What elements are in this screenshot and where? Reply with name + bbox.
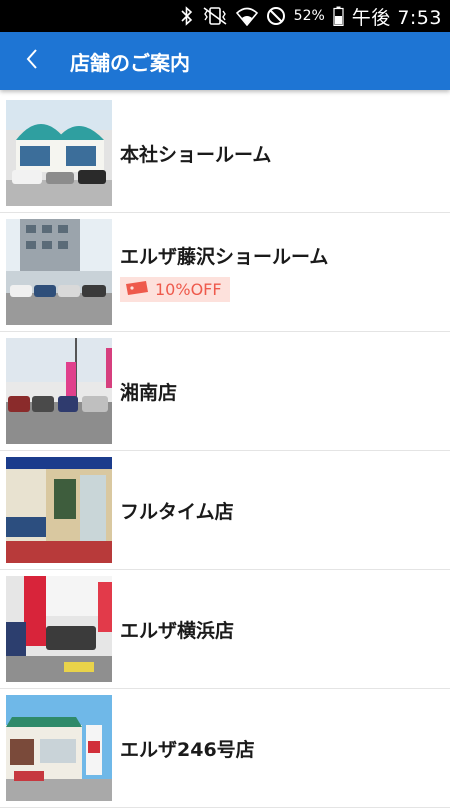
coupon-label: 10%OFF: [155, 280, 222, 299]
store-list: 本社ショールーム エルザ藤沢ショールーム 10%OFF 湘南店 フルタイム店 エ…: [0, 94, 450, 808]
back-arrow-icon: [25, 48, 39, 74]
battery-percent: 52%: [293, 8, 325, 24]
do-not-disturb-icon: [266, 6, 286, 26]
vibrate-icon: [202, 6, 228, 26]
store-photo: [6, 100, 112, 206]
store-list-item[interactable]: フルタイム店: [0, 451, 450, 570]
store-photo: [6, 576, 112, 682]
store-photo: [6, 695, 112, 801]
store-list-item[interactable]: 本社ショールーム: [0, 94, 450, 213]
app-bar: 店舗のご案内: [0, 32, 450, 90]
store-name: エルザ246号店: [120, 738, 255, 761]
store-name: 湘南店: [120, 381, 178, 404]
back-button[interactable]: [0, 32, 64, 90]
store-name: フルタイム店: [120, 500, 234, 523]
store-photo: [6, 457, 112, 563]
store-name: エルザ横浜店: [120, 619, 235, 642]
store-name: 本社ショールーム: [120, 143, 272, 166]
coupon-badge: 10%OFF: [120, 277, 230, 302]
store-photo: [6, 219, 112, 325]
bluetooth-icon: [180, 6, 194, 26]
page-title: 店舗のご案内: [70, 50, 190, 75]
status-bar: 52% 午後 7:53: [0, 0, 450, 32]
store-list-item[interactable]: エルザ横浜店: [0, 570, 450, 689]
store-name: エルザ藤沢ショールーム: [120, 246, 329, 268]
wifi-icon: [235, 6, 258, 26]
status-time: 午後 7:53: [351, 6, 442, 29]
store-list-item[interactable]: エルザ藤沢ショールーム 10%OFF: [0, 213, 450, 332]
battery-icon: [333, 6, 344, 26]
coupon-ticket-icon: [125, 280, 149, 299]
store-list-item[interactable]: 湘南店: [0, 332, 450, 451]
store-photo: [6, 338, 112, 444]
store-list-item[interactable]: エルザ246号店: [0, 689, 450, 808]
